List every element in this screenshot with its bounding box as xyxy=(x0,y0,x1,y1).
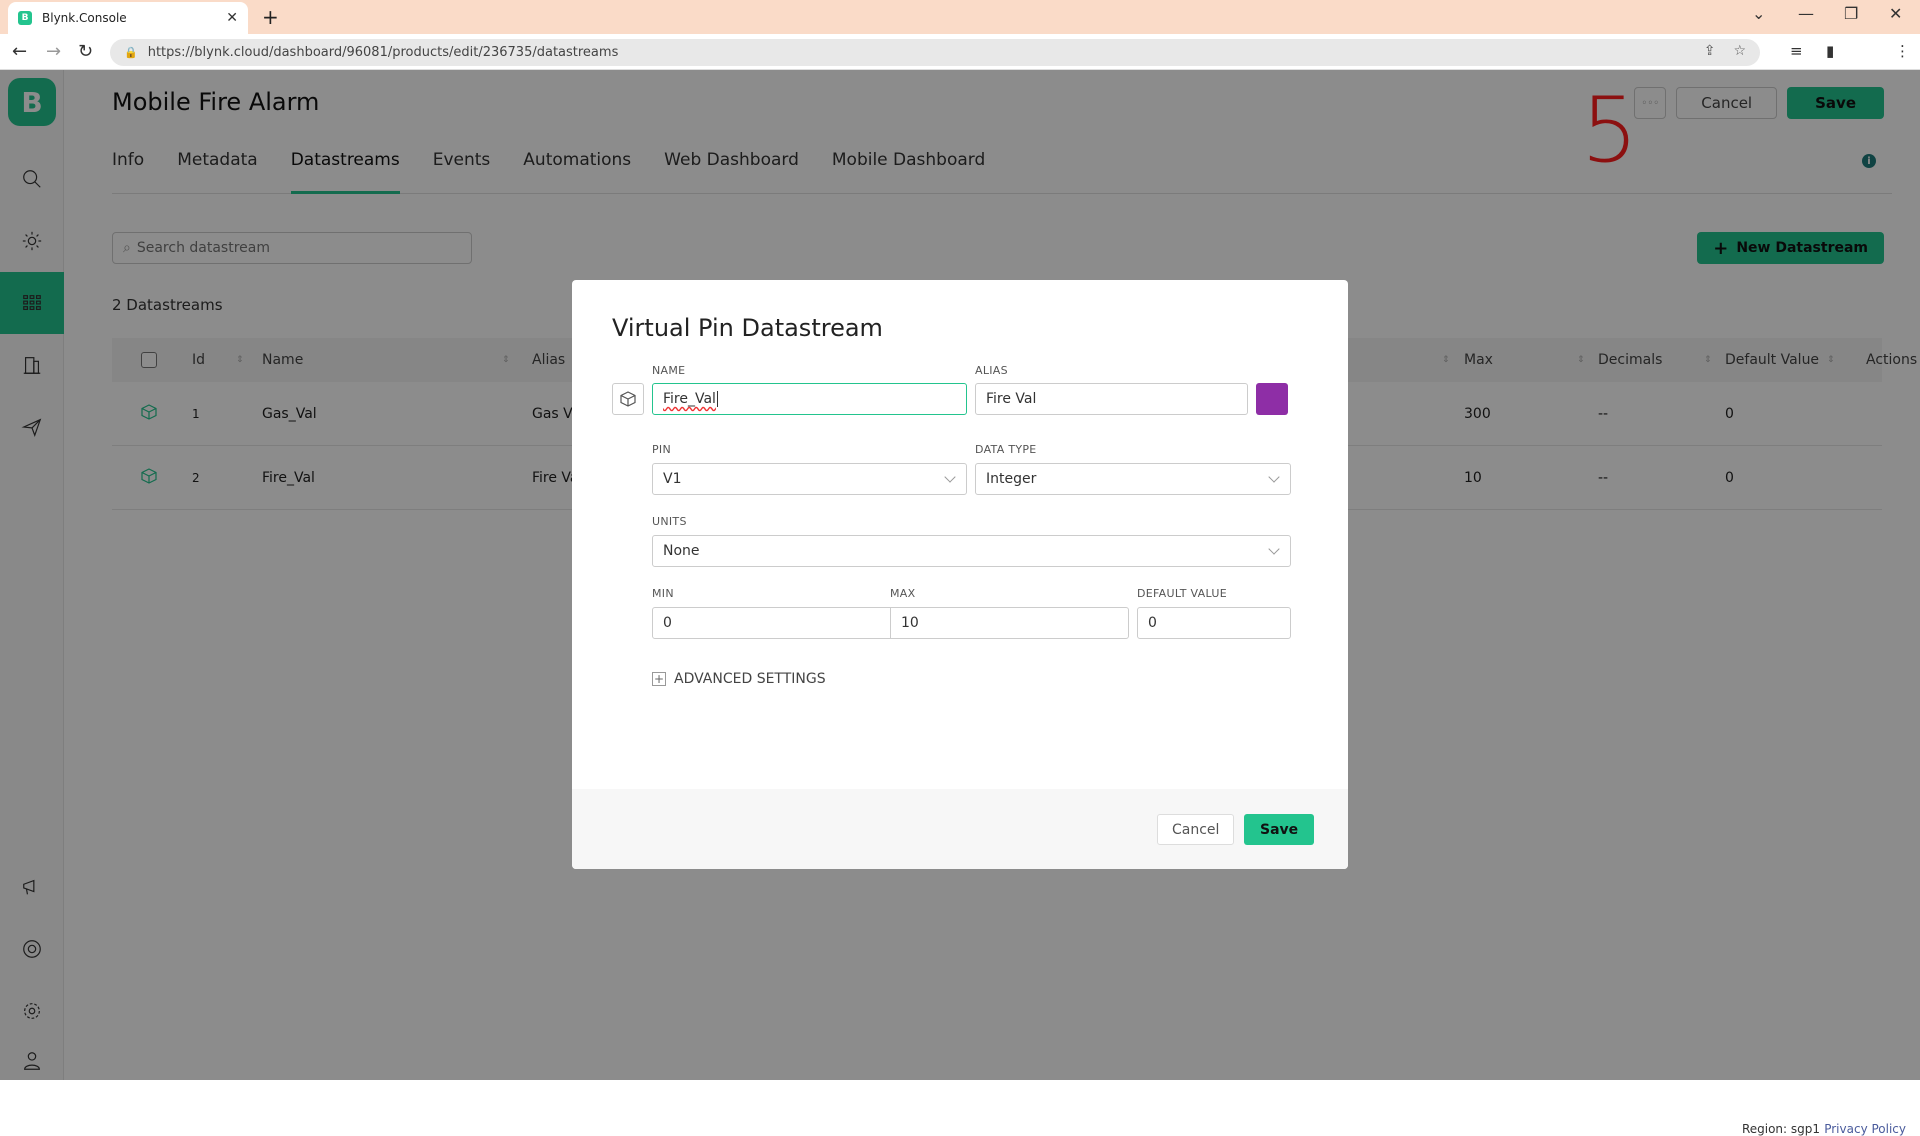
name-input[interactable]: Fire_Val xyxy=(652,383,967,415)
pin-value: V1 xyxy=(663,471,682,487)
reload-icon[interactable]: ↻ xyxy=(78,41,93,62)
expand-plus-icon: + xyxy=(652,672,666,686)
new-tab-icon[interactable]: + xyxy=(262,5,279,29)
browser-tab-strip: B Blynk.Console ✕ + ⌄ — ❐ ✕ xyxy=(0,0,1920,34)
modal-save-button[interactable]: Save xyxy=(1244,814,1315,845)
pin-label: PIN xyxy=(652,443,672,456)
chevron-down-icon xyxy=(944,471,956,483)
alias-input[interactable]: Fire Val xyxy=(975,383,1248,415)
alias-label: ALIAS xyxy=(975,364,1008,377)
restore-icon[interactable]: ❐ xyxy=(1844,4,1858,23)
cube-icon xyxy=(620,391,636,407)
units-label: UNITS xyxy=(652,515,687,528)
advanced-settings-label: ADVANCED SETTINGS xyxy=(674,671,826,687)
window-close-icon[interactable]: ✕ xyxy=(1889,4,1902,23)
virtual-pin-datastream-dialog: Virtual Pin Datastream NAME ALIAS Fire_V… xyxy=(572,280,1348,869)
alias-value: Fire Val xyxy=(986,391,1037,407)
chevron-down-icon xyxy=(1268,471,1280,483)
datastream-icon-picker[interactable] xyxy=(612,383,644,415)
color-picker[interactable] xyxy=(1256,383,1288,415)
advanced-settings-toggle[interactable]: + ADVANCED SETTINGS xyxy=(652,671,826,687)
region-label: Region: sgp1 xyxy=(1741,1122,1820,1136)
default-value-label: DEFAULT VALUE xyxy=(1137,587,1227,600)
max-label: MAX xyxy=(890,587,916,600)
min-value: 0 xyxy=(663,615,672,631)
default-value-input[interactable]: 0 xyxy=(1137,607,1291,639)
min-input[interactable]: 0 xyxy=(652,607,891,639)
modal-title: Virtual Pin Datastream xyxy=(612,314,883,342)
address-toolbar: ← → ↻ 🔒 https://blynk.cloud/dashboard/96… xyxy=(0,34,1920,97)
browser-tab[interactable]: B Blynk.Console ✕ xyxy=(8,2,248,34)
max-input[interactable]: 10 xyxy=(890,607,1129,639)
units-select[interactable]: None xyxy=(652,535,1291,567)
browser-menu-icon[interactable]: ⋮ xyxy=(1895,42,1910,60)
side-panel-icon[interactable]: ▮ xyxy=(1826,42,1834,60)
blynk-favicon-icon: B xyxy=(18,11,32,25)
lock-icon: 🔒 xyxy=(124,46,138,59)
share-icon[interactable]: ⇪ xyxy=(1704,43,1716,59)
modal-cancel-button[interactable]: Cancel xyxy=(1157,814,1235,845)
url-text: https://blynk.cloud/dashboard/96081/prod… xyxy=(147,45,619,60)
data-type-label: DATA TYPE xyxy=(975,443,1037,456)
modal-footer: Cancel Save xyxy=(572,789,1348,869)
name-label: NAME xyxy=(652,364,686,377)
bookmark-star-icon[interactable]: ☆ xyxy=(1733,43,1746,59)
text-cursor xyxy=(716,391,718,407)
name-value: Fire_Val xyxy=(663,391,716,407)
max-value: 10 xyxy=(901,615,919,631)
default-value: 0 xyxy=(1148,615,1157,631)
pin-select[interactable]: V1 xyxy=(652,463,967,495)
tab-search-icon[interactable]: ⌄ xyxy=(1752,4,1765,23)
media-queue-icon[interactable]: ≡ xyxy=(1790,42,1803,60)
tab-close-icon[interactable]: ✕ xyxy=(226,10,238,26)
tab-title: Blynk.Console xyxy=(42,11,127,25)
data-type-value: Integer xyxy=(986,471,1037,487)
minimize-icon[interactable]: — xyxy=(1798,4,1814,23)
chevron-down-icon xyxy=(1268,543,1280,555)
data-type-select[interactable]: Integer xyxy=(975,463,1291,495)
forward-icon[interactable]: → xyxy=(46,41,61,62)
min-label: MIN xyxy=(652,587,674,600)
units-value: None xyxy=(663,543,700,559)
privacy-policy-link[interactable]: Privacy Policy xyxy=(1824,1122,1906,1136)
url-bar[interactable]: 🔒 https://blynk.cloud/dashboard/96081/pr… xyxy=(110,39,1760,66)
back-icon[interactable]: ← xyxy=(12,41,27,62)
